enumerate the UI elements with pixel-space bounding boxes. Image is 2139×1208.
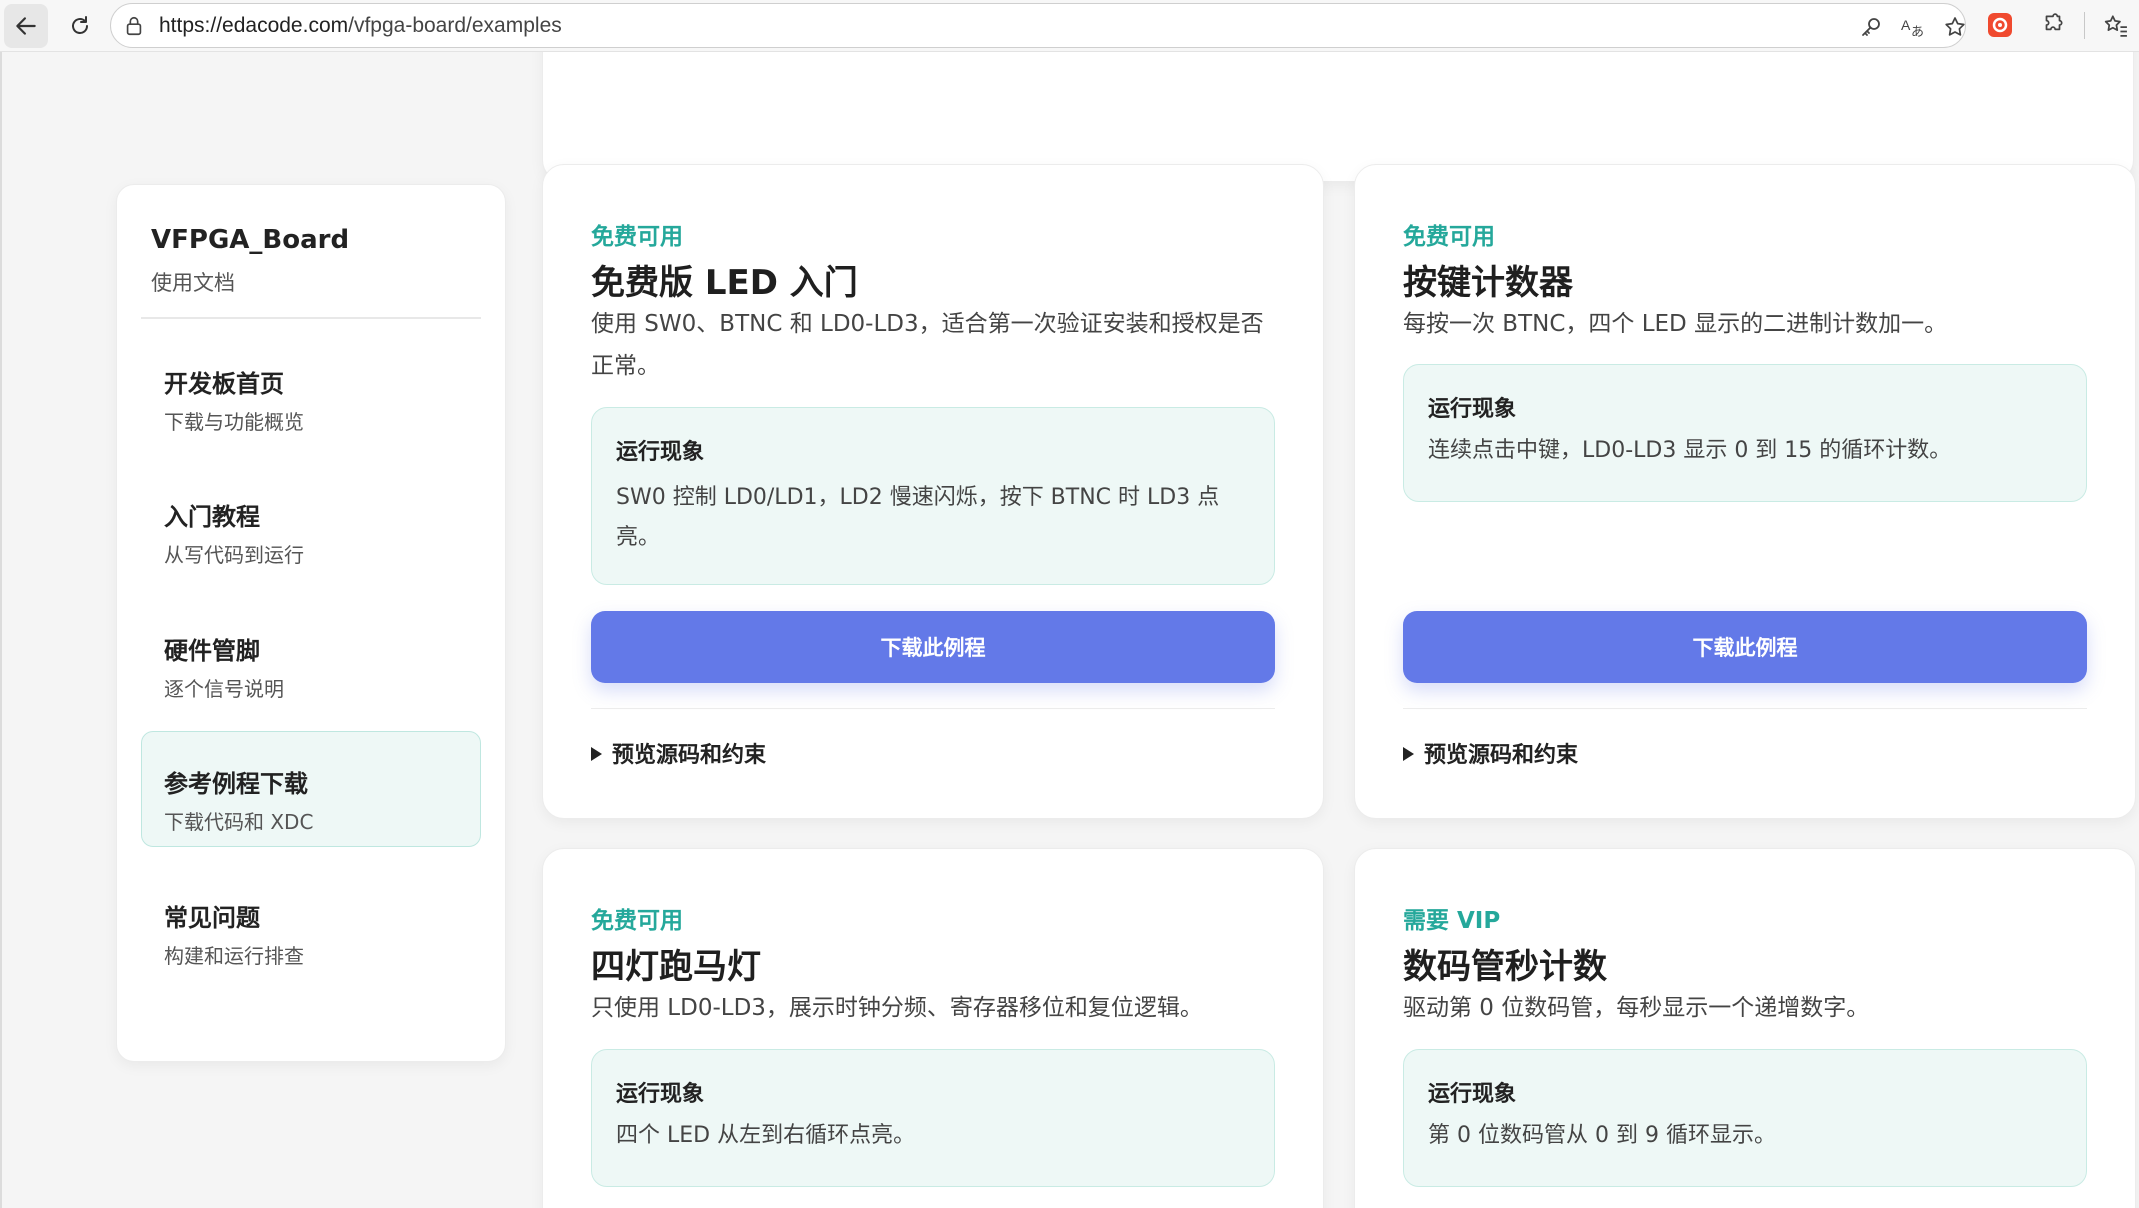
result-text: 连续点击中键，LD0-LD3 显示 0 到 15 的循环计数。 (1428, 438, 1952, 463)
brand-title: VFPGA_Board (151, 225, 350, 255)
card-title: 四灯跑马灯 (591, 947, 761, 987)
browser-toolbar: https://edacode.com/vfpga-board/examples… (0, 0, 2139, 52)
extensions-puzzle-icon[interactable] (2038, 10, 2068, 40)
url-host: https://edacode.com (159, 14, 349, 37)
card-description: 每按一次 BTNC，四个 LED 显示的二进制计数加一。 (1403, 311, 1948, 337)
example-card-led-intro: 免费可用 免费版 LED 入门 使用 SW0、BTNC 和 LD0-LD3，适合… (542, 164, 1324, 819)
sidebar-item-faq[interactable]: 常见问题 构建和运行排查 (141, 865, 481, 981)
translate-icon[interactable]: Aあ (1899, 13, 1927, 41)
star-bookmark-icon[interactable] (1941, 13, 1969, 41)
sidebar-item-subtitle: 下载代码和 XDC (164, 810, 314, 834)
sidebar-item-subtitle: 从写代码到运行 (164, 543, 304, 567)
card-title: 免费版 LED 入门 (591, 263, 858, 303)
availability-tag: 免费可用 (591, 224, 683, 250)
preview-label: 预览源码和约束 (612, 743, 767, 768)
example-card-button-counter: 免费可用 按键计数器 每按一次 BTNC，四个 LED 显示的二进制计数加一。 … (1354, 164, 2136, 819)
card-title: 数码管秒计数 (1403, 947, 1607, 987)
sidebar-divider (141, 317, 481, 319)
sidebar-item-title: 常见问题 (164, 904, 260, 932)
card-title: 按键计数器 (1403, 263, 1573, 303)
sidebar-item-board-home[interactable]: 开发板首页 下载与功能概览 (141, 331, 481, 447)
favorites-icon[interactable] (2100, 10, 2130, 40)
sidebar-item-title: 硬件管脚 (164, 637, 260, 665)
availability-tag: 免费可用 (591, 908, 683, 934)
disclosure-triangle-icon (591, 747, 602, 761)
card-description: 只使用 LD0-LD3，展示时钟分频、寄存器移位和复位逻辑。 (591, 995, 1203, 1021)
result-text: SW0 控制 LD0/LD1，LD2 慢速闪烁，按下 BTNC 时 LD3 点亮… (616, 485, 1220, 550)
result-box: 运行现象 四个 LED 从左到右循环点亮。 (591, 1049, 1275, 1187)
availability-tag: 免费可用 (1403, 224, 1495, 250)
sidebar-item-title: 入门教程 (164, 503, 260, 531)
card-description: 使用 SW0、BTNC 和 LD0-LD3，适合第一次验证安装和授权是否正常。 (591, 311, 1264, 379)
top-card (542, 52, 2134, 182)
svg-text:A: A (1901, 17, 1911, 33)
example-card-running-lights: 免费可用 四灯跑马灯 只使用 LD0-LD3，展示时钟分频、寄存器移位和复位逻辑… (542, 848, 1324, 1208)
url-path: /vfpga-board/examples (348, 14, 562, 37)
availability-tag: 需要 VIP (1403, 908, 1501, 934)
extension-red-icon[interactable] (1985, 10, 2015, 40)
sidebar-item-subtitle: 逐个信号说明 (164, 677, 284, 701)
result-text: 四个 LED 从左到右循环点亮。 (616, 1123, 916, 1148)
sidebar-item-title: 开发板首页 (164, 370, 284, 398)
svg-text:あ: あ (1911, 24, 1924, 39)
sidebar-item-tutorial[interactable]: 入门教程 从写代码到运行 (141, 464, 481, 580)
brand-subtitle: 使用文档 (151, 271, 235, 295)
disclosure-triangle-icon (1403, 747, 1414, 761)
back-button[interactable] (4, 4, 48, 48)
result-title: 运行现象 (1428, 1082, 1517, 1107)
toolbar-separator (2084, 12, 2085, 39)
sidebar: VFPGA_Board 使用文档 开发板首页 下载与功能概览 入门教程 从写代码… (116, 184, 506, 1062)
sidebar-item-subtitle: 下载与功能概览 (164, 410, 304, 434)
result-box: 运行现象 SW0 控制 LD0/LD1，LD2 慢速闪烁，按下 BTNC 时 L… (591, 407, 1275, 585)
card-description: 驱动第 0 位数码管，每秒显示一个递增数字。 (1403, 995, 1870, 1021)
key-icon[interactable] (1857, 13, 1885, 41)
address-bar[interactable]: https://edacode.com/vfpga-board/examples… (110, 3, 1966, 48)
result-title: 运行现象 (616, 440, 705, 465)
reload-button[interactable] (58, 4, 102, 48)
sidebar-item-title: 参考例程下载 (164, 770, 308, 798)
reload-icon (72, 16, 88, 34)
example-card-seven-segment-seconds: 需要 VIP 数码管秒计数 驱动第 0 位数码管，每秒显示一个递增数字。 运行现… (1354, 848, 2136, 1208)
download-example-button[interactable]: 下载此例程 (591, 611, 1275, 683)
site-info-icon[interactable] (123, 15, 145, 41)
result-box: 运行现象 第 0 位数码管从 0 到 9 循环显示。 (1403, 1049, 2087, 1187)
result-box: 运行现象 连续点击中键，LD0-LD3 显示 0 到 15 的循环计数。 (1403, 364, 2087, 502)
preview-source-toggle[interactable]: 预览源码和约束 (1403, 737, 1578, 769)
card-divider (1403, 708, 2087, 709)
sidebar-item-hardware-pins[interactable]: 硬件管脚 逐个信号说明 (141, 598, 481, 714)
result-title: 运行现象 (1428, 397, 1517, 422)
page-content: VFPGA_Board 使用文档 开发板首页 下载与功能概览 入门教程 从写代码… (0, 52, 2139, 1208)
card-divider (591, 708, 1275, 709)
result-text: 第 0 位数码管从 0 到 9 循环显示。 (1428, 1123, 1776, 1148)
url-text: https://edacode.com/vfpga-board/examples (159, 14, 562, 38)
sidebar-item-subtitle: 构建和运行排查 (164, 944, 304, 968)
result-title: 运行现象 (616, 1082, 705, 1107)
preview-source-toggle[interactable]: 预览源码和约束 (591, 737, 766, 769)
preview-label: 预览源码和约束 (1424, 743, 1579, 768)
arrow-left-icon (16, 17, 36, 35)
sidebar-item-examples-download[interactable]: 参考例程下载 下载代码和 XDC (141, 731, 481, 847)
download-example-button[interactable]: 下载此例程 (1403, 611, 2087, 683)
